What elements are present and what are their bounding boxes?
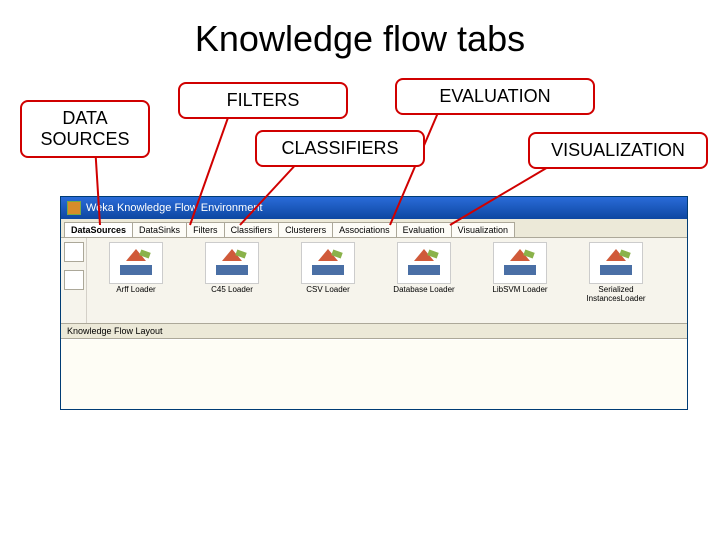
weka-window: Weka Knowledge Flow Environment DataSour… — [60, 196, 688, 410]
callout-classifiers: CLASSIFIERS — [255, 130, 425, 167]
callout-data-sources: DATA SOURCES — [20, 100, 150, 158]
app-icon — [67, 201, 81, 215]
component-label: Database Loader — [379, 286, 469, 295]
loader-icon — [109, 242, 163, 284]
component-database-loader[interactable]: Database Loader — [379, 242, 469, 295]
loader-icon — [301, 242, 355, 284]
component-label: CSV Loader — [283, 286, 373, 295]
loader-icon — [205, 242, 259, 284]
side-button-panel — [61, 238, 87, 323]
loader-icon — [397, 242, 451, 284]
flow-canvas[interactable] — [61, 339, 687, 409]
component-strip: Arff Loader C45 Loader CSV Loader Databa… — [87, 238, 687, 323]
tab-bar: DataSources DataSinks Filters Classifier… — [61, 219, 687, 238]
tab-datasources[interactable]: DataSources — [64, 222, 133, 237]
window-title: Weka Knowledge Flow Environment — [86, 202, 263, 214]
loader-icon — [493, 242, 547, 284]
tab-associations[interactable]: Associations — [332, 222, 397, 237]
tab-clusterers[interactable]: Clusterers — [278, 222, 333, 237]
loader-icon — [589, 242, 643, 284]
open-file-button[interactable] — [64, 270, 84, 290]
component-label: Arff Loader — [91, 286, 181, 295]
component-toolbar: Arff Loader C45 Loader CSV Loader Databa… — [61, 238, 687, 324]
component-label: LibSVM Loader — [475, 286, 565, 295]
callout-filters: FILTERS — [178, 82, 348, 119]
callout-visualization: VISUALIZATION — [528, 132, 708, 169]
component-libsvm-loader[interactable]: LibSVM Loader — [475, 242, 565, 295]
window-titlebar[interactable]: Weka Knowledge Flow Environment — [61, 197, 687, 219]
tab-filters[interactable]: Filters — [186, 222, 225, 237]
component-csv-loader[interactable]: CSV Loader — [283, 242, 373, 295]
tab-evaluation[interactable]: Evaluation — [396, 222, 452, 237]
pointer-tool-button[interactable] — [64, 242, 84, 262]
layout-section-label: Knowledge Flow Layout — [61, 324, 687, 339]
component-serialized-loader[interactable]: Serialized InstancesLoader — [571, 242, 661, 304]
slide-title: Knowledge flow tabs — [0, 18, 720, 60]
component-c45-loader[interactable]: C45 Loader — [187, 242, 277, 295]
component-arff-loader[interactable]: Arff Loader — [91, 242, 181, 295]
component-label: C45 Loader — [187, 286, 277, 295]
tab-classifiers[interactable]: Classifiers — [224, 222, 280, 237]
tab-datasinks[interactable]: DataSinks — [132, 222, 187, 237]
callout-evaluation: EVALUATION — [395, 78, 595, 115]
tab-visualization[interactable]: Visualization — [451, 222, 515, 237]
component-label: Serialized InstancesLoader — [571, 286, 661, 304]
